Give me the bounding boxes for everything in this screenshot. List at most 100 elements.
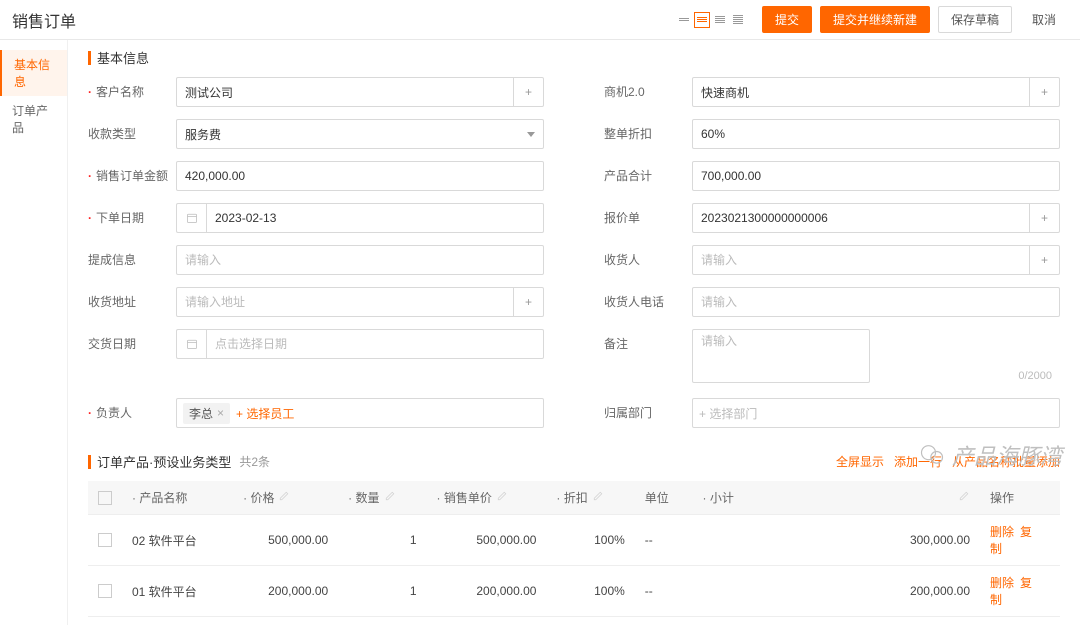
label-receiver-tel: 收货人电话 — [604, 287, 692, 310]
label-remark: 备注 — [604, 329, 692, 352]
page-title: 销售订单 — [12, 8, 76, 32]
col-unit: 单位 — [645, 491, 669, 505]
add-row-link[interactable]: 添加一行 — [894, 453, 942, 470]
basic-info-form: 客户名称 + 商机2.0 + 收款类型 服务费 — [88, 77, 1060, 428]
save-draft-button[interactable]: 保存草稿 — [938, 6, 1012, 33]
nav-order-products[interactable]: 订单产品 — [0, 96, 67, 142]
owner-tag-label: 李总 — [189, 405, 213, 422]
cell-unit: -- — [635, 566, 693, 617]
label-dept: 归属部门 — [604, 398, 692, 421]
pencil-icon — [384, 490, 396, 502]
cell-qty: 1 — [338, 515, 426, 566]
receiver-tel-input[interactable] — [692, 287, 1060, 317]
opportunity-input[interactable] — [692, 77, 1030, 107]
customer-input[interactable] — [176, 77, 514, 107]
pay-type-select[interactable]: 服务费 — [176, 119, 544, 149]
density-toggle — [676, 12, 746, 28]
cell-unit-price: 200,000.00 — [427, 566, 547, 617]
label-customer: 客户名称 — [88, 77, 176, 100]
ship-addr-add-button[interactable]: + — [514, 287, 544, 317]
nav-basic-info[interactable]: 基本信息 — [0, 50, 67, 96]
label-owner: 负责人 — [88, 398, 176, 421]
label-pay-type: 收款类型 — [88, 119, 176, 142]
pencil-icon — [958, 490, 970, 502]
dept-tag-input[interactable]: + 选择部门 — [692, 398, 1060, 428]
remark-char-count: 0/2000 — [1018, 370, 1052, 382]
owner-select-link[interactable]: + 选择员工 — [236, 405, 294, 422]
ship-addr-input[interactable] — [176, 287, 514, 317]
density-dense-icon[interactable] — [712, 12, 728, 28]
pencil-icon — [278, 490, 290, 502]
discount-input[interactable] — [692, 119, 1060, 149]
col-ops: 操作 — [990, 491, 1014, 505]
density-default-icon[interactable] — [694, 12, 710, 28]
pencil-icon — [592, 490, 604, 502]
section-product-label: 订单产品·预设业务类型 — [97, 452, 231, 471]
row-delete-link[interactable]: 删除 — [990, 525, 1014, 539]
cell-price: 200,000.00 — [233, 566, 338, 617]
cancel-button[interactable]: 取消 — [1020, 7, 1068, 32]
submit-continue-button[interactable]: 提交并继续新建 — [820, 6, 930, 33]
density-sparse-icon[interactable] — [676, 12, 692, 28]
row-checkbox[interactable] — [98, 584, 112, 598]
chevron-down-icon — [527, 132, 535, 137]
section-title-label: 基本信息 — [97, 48, 149, 67]
opportunity-add-button[interactable]: + — [1030, 77, 1060, 107]
label-quote-no: 报价单 — [604, 203, 692, 226]
label-order-date: 下单日期 — [88, 203, 176, 226]
quote-no-add-button[interactable]: + — [1030, 203, 1060, 233]
receiver-input[interactable] — [692, 245, 1030, 275]
submit-button[interactable]: 提交 — [762, 6, 812, 33]
cell-unit: -- — [635, 515, 693, 566]
cell-discount: 100% — [546, 566, 634, 617]
owner-tag: 李总 × — [183, 403, 230, 424]
owner-tag-input[interactable]: 李总 × + 选择员工 — [176, 398, 544, 428]
cell-subtotal: 300,000.00 — [760, 515, 980, 566]
order-date-input[interactable] — [206, 203, 544, 233]
fullscreen-link[interactable]: 全屏显示 — [836, 453, 884, 470]
table-row: 02 软件平台500,000.001500,000.00100%--300,00… — [88, 515, 1060, 566]
cell-price: 500,000.00 — [233, 515, 338, 566]
col-unit-price: 销售单价 — [444, 491, 492, 505]
col-qty: 数量 — [356, 491, 380, 505]
row-delete-link[interactable]: 删除 — [990, 576, 1014, 590]
remark-textarea[interactable] — [692, 329, 870, 383]
cell-name: 01 软件平台 — [122, 566, 233, 617]
owner-tag-close[interactable]: × — [217, 406, 224, 420]
section-marker-icon — [88, 455, 91, 469]
calendar-icon — [176, 203, 206, 233]
cell-subtotal-spacer — [693, 566, 760, 617]
label-receiver: 收货人 — [604, 245, 692, 268]
quote-no-input[interactable] — [692, 203, 1030, 233]
col-price: 价格 — [250, 491, 274, 505]
order-amount-input[interactable] — [176, 161, 544, 191]
section-marker-icon — [88, 51, 91, 65]
commission-input[interactable] — [176, 245, 544, 275]
col-subtotal: 小计 — [710, 491, 734, 505]
product-total-input[interactable] — [692, 161, 1060, 191]
cell-qty: 1 — [338, 566, 426, 617]
density-compact-icon[interactable] — [730, 12, 746, 28]
label-product-total: 产品合计 — [604, 161, 692, 184]
label-delivery-date: 交货日期 — [88, 329, 176, 352]
main-content: 基本信息 客户名称 + 商机2.0 + 收款类型 — [68, 40, 1080, 625]
dept-select-link[interactable]: + 选择部门 — [699, 405, 757, 422]
section-product-count: 共2条 — [239, 453, 270, 470]
receiver-add-button[interactable]: + — [1030, 245, 1060, 275]
cell-discount: 100% — [546, 515, 634, 566]
table-header-row: · 产品名称 · 价格 · 数量 · 销售单价 · 折扣 单位 · 小计 操作 — [88, 481, 1060, 515]
label-ship-addr: 收货地址 — [88, 287, 176, 310]
cell-subtotal-spacer — [693, 515, 760, 566]
row-checkbox[interactable] — [98, 533, 112, 547]
section-title-basic: 基本信息 — [88, 48, 1060, 67]
label-opportunity: 商机2.0 — [604, 77, 692, 100]
delivery-date-input[interactable] — [206, 329, 544, 359]
table-row: 01 软件平台200,000.001200,000.00100%--200,00… — [88, 566, 1060, 617]
add-from-name-link[interactable]: 从产品名称批量添加 — [952, 453, 1060, 470]
cell-subtotal: 200,000.00 — [760, 566, 980, 617]
col-disc: 折扣 — [564, 491, 588, 505]
header-checkbox[interactable] — [98, 491, 112, 505]
side-nav: 基本信息 订单产品 — [0, 40, 68, 625]
label-commission: 提成信息 — [88, 245, 176, 268]
customer-add-button[interactable]: + — [514, 77, 544, 107]
